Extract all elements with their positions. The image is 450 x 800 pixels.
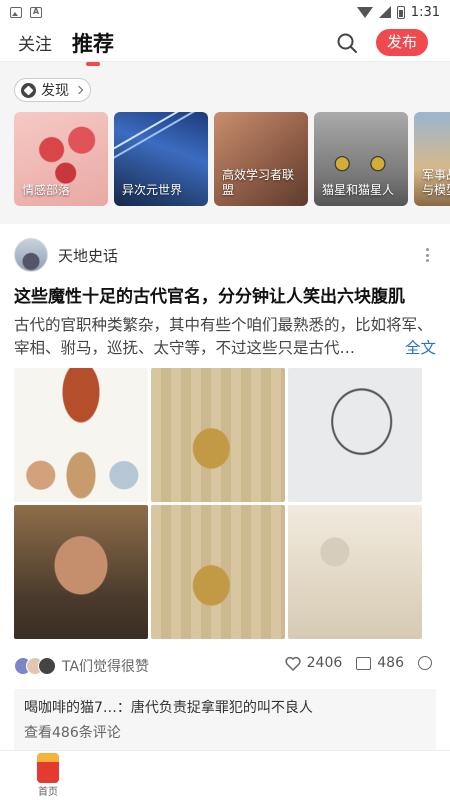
topic-card-label: 情感部落	[22, 183, 71, 197]
comment-preview[interactable]: 喝咖啡的猫7…：唐代负责捉拿罪犯的叫不良人 查看486条评论	[14, 689, 436, 751]
post-image[interactable]	[288, 505, 422, 639]
compass-icon	[21, 82, 36, 98]
topic-card-label: 军事战与模型	[422, 168, 450, 197]
post-image[interactable]	[14, 368, 148, 502]
publish-button[interactable]: 发布	[376, 29, 428, 56]
share-icon[interactable]	[418, 656, 432, 670]
comment-icon[interactable]	[356, 656, 372, 670]
post-image[interactable]	[288, 368, 422, 502]
heart-icon[interactable]	[284, 656, 301, 671]
avatar[interactable]	[14, 238, 48, 272]
tab-follow[interactable]: 关注	[18, 30, 52, 55]
liker-avatars[interactable]	[14, 657, 56, 675]
top-nav: 关注 推荐 发布	[0, 24, 450, 66]
post-title[interactable]: 这些魔性十足的古代官名，分分钟让人笑出六块腹肌	[14, 286, 436, 308]
tab-recommend-label: 推荐	[72, 31, 114, 56]
discover-chip[interactable]: 发现	[14, 78, 91, 102]
status-bar: A 1:31	[0, 0, 450, 24]
comment-text: ：唐代负责捉拿罪犯的叫不良人	[116, 700, 313, 716]
battery-icon	[396, 5, 405, 19]
bottom-nav: 首页	[0, 750, 450, 800]
signal-icon	[378, 6, 391, 18]
image-icon	[10, 6, 22, 18]
wifi-icon	[356, 6, 373, 18]
topic-cards: 情感部落 异次元世界 高效学习者联盟 猫星和猫星人 军事战与模型	[14, 112, 450, 206]
active-tab-indicator	[86, 61, 100, 66]
feed-post: 天地史话 这些魔性十足的古代官名，分分钟让人笑出六块腹肌 古代的官职种类繁杂，其…	[0, 224, 450, 751]
post-stats: TA们觉得很赞 2406 486	[14, 655, 436, 677]
view-comments-link[interactable]: 查看486条评论	[24, 722, 426, 742]
home-icon	[37, 753, 59, 783]
topic-card-study[interactable]: 高效学习者联盟	[214, 112, 308, 206]
more-options-icon[interactable]	[426, 248, 430, 262]
author-name[interactable]: 天地史话	[58, 245, 118, 266]
tab-recommend[interactable]: 推荐	[72, 28, 114, 66]
tab-home[interactable]: 首页	[30, 753, 66, 798]
full-text-link[interactable]: 全文	[398, 337, 436, 360]
status-time: 1:31	[410, 4, 440, 20]
post-image-grid	[14, 368, 436, 639]
home-label: 首页	[38, 787, 58, 798]
discover-section: 发现 情感部落 异次元世界 高效学习者联盟 猫星和猫星人 军事战与模型	[0, 62, 450, 224]
chevron-right-icon	[74, 85, 84, 95]
post-author-row: 天地史话	[14, 238, 436, 272]
topic-card-emotion[interactable]: 情感部落	[14, 112, 108, 206]
liked-by-text: TA们觉得很赞	[62, 659, 150, 675]
avatar	[38, 657, 56, 675]
comment-preview-line: 喝咖啡的猫7…：唐代负责捉拿罪犯的叫不良人	[24, 697, 426, 717]
comment-count: 486	[377, 655, 404, 671]
a-icon: A	[30, 6, 42, 18]
post-image[interactable]	[151, 368, 285, 502]
topic-card-military[interactable]: 军事战与模型	[414, 112, 450, 206]
post-summary[interactable]: 古代的官职种类繁杂，其中有些个咱们最熟悉的，比如将军、宰相、驸马，巡抚、太守等，…	[14, 314, 436, 360]
topic-card-label: 异次元世界	[122, 183, 183, 197]
post-image[interactable]	[151, 505, 285, 639]
like-count: 2406	[306, 655, 343, 671]
topic-card-label: 高效学习者联盟	[222, 168, 295, 197]
topic-card-otherworld[interactable]: 异次元世界	[114, 112, 208, 206]
post-summary-text: 古代的官职种类繁杂，其中有些个咱们最熟悉的，比如将军、宰相、驸马，巡抚、太守等，…	[14, 316, 433, 357]
post-actions: 2406 486	[284, 655, 432, 671]
topic-card-cats[interactable]: 猫星和猫星人	[314, 112, 408, 206]
topic-card-label: 猫星和猫星人	[322, 183, 395, 197]
search-icon[interactable]	[336, 32, 358, 54]
discover-label: 发现	[41, 83, 69, 99]
post-image[interactable]	[14, 505, 148, 639]
comment-author: 喝咖啡的猫7…	[24, 700, 117, 716]
